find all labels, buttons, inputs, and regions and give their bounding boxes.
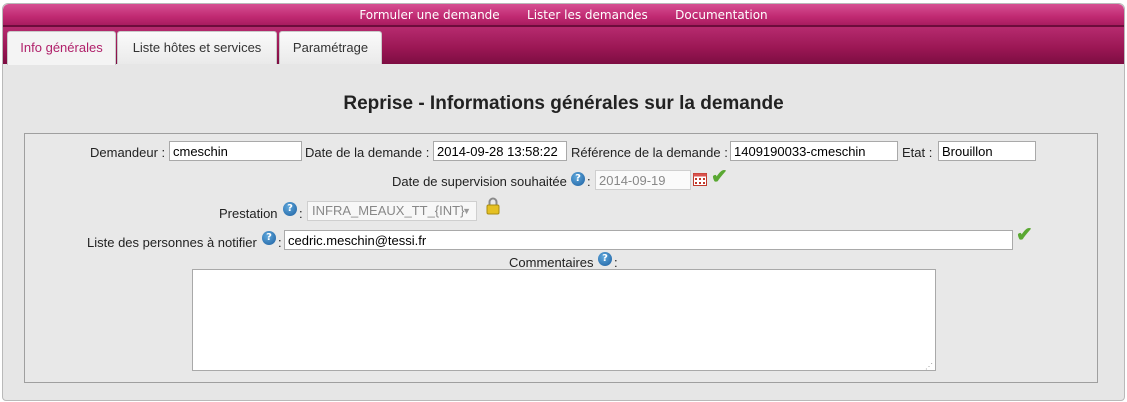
etat-label: Etat :	[902, 145, 933, 160]
prestation-select[interactable]: INFRA_MEAUX_TT_{INT} ▼	[307, 201, 477, 221]
resize-grip-icon[interactable]: ⋰	[925, 362, 933, 371]
nav-formuler-demande[interactable]: Formuler une demande	[359, 8, 499, 22]
prestation-colon: :	[299, 206, 303, 221]
date-demande-field[interactable]	[433, 141, 567, 161]
commentaires-label: Commentaires	[509, 255, 594, 270]
checkmark-icon: ✔	[1016, 224, 1033, 246]
prestation-selected-value: INFRA_MEAUX_TT_{INT}	[312, 203, 465, 218]
help-icon[interactable]: ?	[571, 172, 585, 186]
prestation-label: Prestation	[219, 206, 278, 221]
tab-bar: Info générales Liste hôtes et services P…	[3, 27, 1124, 65]
chevron-down-icon: ▼	[462, 206, 471, 216]
calendar-icon[interactable]	[693, 172, 707, 186]
etat-field[interactable]	[938, 141, 1036, 161]
reference-field[interactable]	[730, 141, 898, 161]
date-demande-label: Date de la demande :	[305, 145, 430, 160]
date-supervision-label: Date de supervision souhaitée	[392, 174, 567, 189]
notifier-field[interactable]	[284, 230, 1013, 250]
form-panel: Demandeur : Date de la demande : Référen…	[24, 133, 1098, 383]
date-supervision-colon: :	[587, 174, 591, 189]
help-icon[interactable]: ?	[262, 231, 276, 245]
notifier-label: Liste des personnes à notifier	[87, 235, 257, 250]
reference-label: Référence de la demande :	[571, 145, 728, 160]
help-icon[interactable]: ?	[283, 202, 297, 216]
nav-documentation[interactable]: Documentation	[675, 8, 768, 22]
help-icon[interactable]: ?	[598, 252, 612, 266]
page-title: Reprise - Informations générales sur la …	[343, 93, 784, 114]
notifier-colon: :	[278, 235, 282, 250]
checkmark-icon: ✔	[711, 166, 728, 188]
tab-info-generales[interactable]: Info générales	[7, 31, 116, 65]
date-supervision-field[interactable]	[595, 170, 691, 190]
padlock-icon[interactable]	[486, 197, 500, 215]
tab-liste-hotes-services[interactable]: Liste hôtes et services	[117, 31, 277, 64]
commentaires-colon: :	[614, 255, 618, 270]
tab-parametrage[interactable]: Paramétrage	[279, 31, 382, 64]
commentaires-textarea[interactable]	[192, 269, 936, 371]
demandeur-field[interactable]	[169, 141, 302, 161]
demandeur-label: Demandeur :	[90, 145, 166, 160]
app-frame: Formuler une demande Lister les demandes…	[2, 3, 1125, 401]
nav-lister-demandes[interactable]: Lister les demandes	[527, 8, 648, 22]
top-navigation: Formuler une demande Lister les demandes…	[3, 4, 1124, 25]
